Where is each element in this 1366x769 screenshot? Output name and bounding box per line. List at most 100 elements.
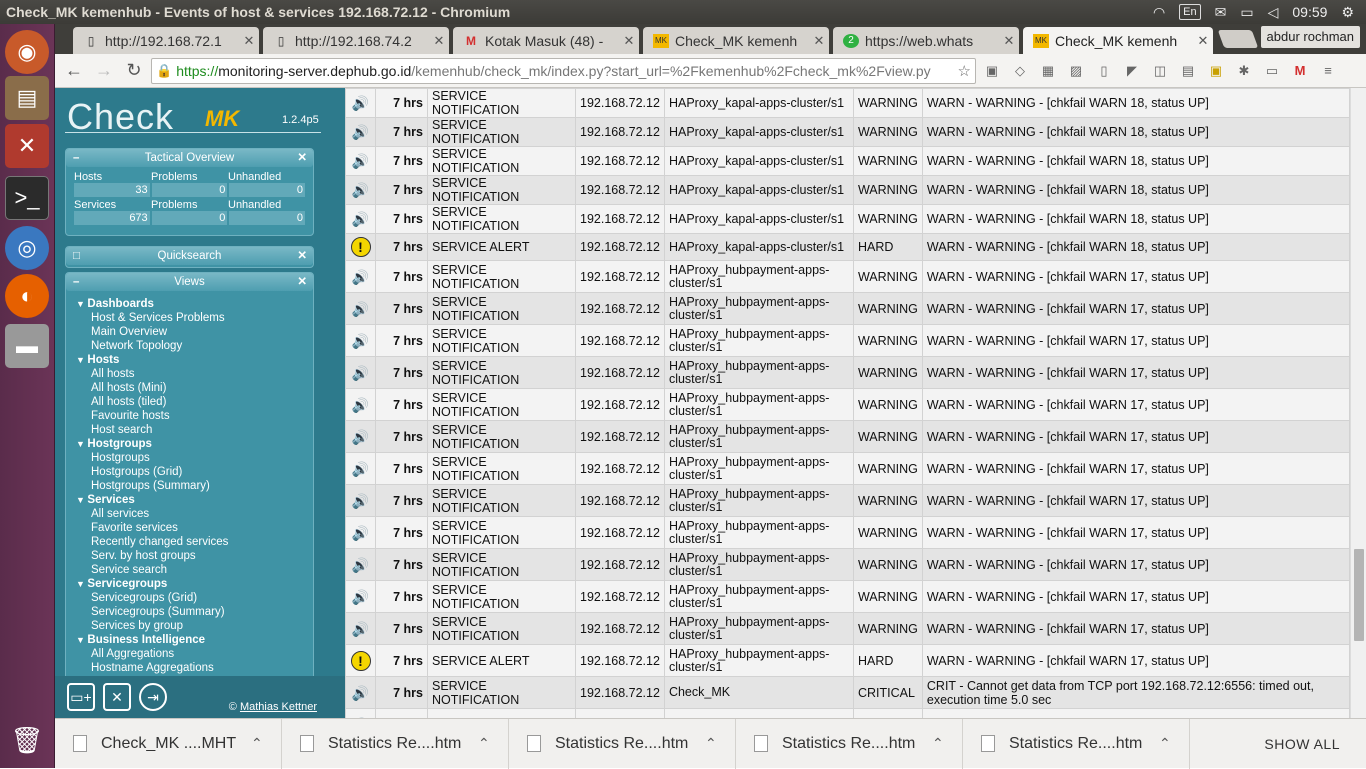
views-link[interactable]: Network Topology bbox=[76, 339, 303, 353]
tab-4[interactable]: MK Check_MK kemenh ✕ bbox=[643, 27, 829, 54]
show-all-downloads-button[interactable]: SHOW ALL bbox=[1264, 736, 1340, 752]
extension-icon-1[interactable]: ▣ bbox=[980, 60, 1004, 82]
views-link[interactable]: Host & Services Problems bbox=[76, 311, 303, 325]
event-service[interactable]: HAProxy_hubpayment-apps-cluster/s1 bbox=[663, 324, 854, 357]
event-host[interactable]: 192.168.72.12 bbox=[575, 146, 665, 176]
tab-2[interactable]: ▯ http://192.168.74.2 ✕ bbox=[263, 27, 449, 54]
event-host[interactable]: 192.168.72.12 bbox=[575, 204, 665, 234]
gmail-extension-icon[interactable]: M bbox=[1288, 60, 1312, 82]
event-host[interactable]: 192.168.72.12 bbox=[575, 516, 665, 549]
event-service[interactable]: HAProxy_kapal-apps-cluster/s1 bbox=[663, 146, 854, 176]
event-service[interactable]: HAProxy_hubpayment-apps-cluster/s1 bbox=[663, 548, 854, 581]
keyboard-layout-indicator[interactable]: En bbox=[1179, 4, 1201, 20]
event-service[interactable]: HAProxy_hubpayment-apps-cluster/s1 bbox=[663, 356, 854, 389]
event-service[interactable]: HAProxy_hubpayment-apps-cluster/s1 bbox=[663, 388, 854, 421]
views-link[interactable]: Service search bbox=[76, 563, 303, 577]
event-service[interactable]: HAProxy_kapal-apps-cluster/s1 bbox=[663, 175, 854, 205]
tab-5[interactable]: 2 https://web.whats ✕ bbox=[833, 27, 1019, 54]
event-host[interactable]: 192.168.72.12 bbox=[575, 356, 665, 389]
close-tab-icon[interactable]: ✕ bbox=[619, 33, 639, 49]
quicksearch-header[interactable]: □ Quicksearch ✕ bbox=[66, 247, 313, 265]
extension-icon-10[interactable]: ▭ bbox=[1260, 60, 1284, 82]
close-tab-icon[interactable]: ✕ bbox=[429, 33, 449, 49]
event-service[interactable]: HAProxy_hubpayment-apps-cluster/s1 bbox=[663, 452, 854, 485]
chromium-icon[interactable]: ◎ bbox=[5, 226, 49, 270]
views-link[interactable]: Hostgroups bbox=[76, 451, 303, 465]
volume-icon[interactable]: ◁ bbox=[1268, 4, 1279, 21]
tactical-overview-header[interactable]: – Tactical Overview ✕ bbox=[66, 149, 313, 167]
chevron-up-icon[interactable]: ⌃ bbox=[932, 735, 962, 752]
tools-icon[interactable]: ✕ bbox=[103, 683, 131, 711]
new-tab-button[interactable] bbox=[1217, 30, 1259, 48]
extension-icon-8[interactable]: ▤ bbox=[1176, 60, 1200, 82]
add-snapin-icon[interactable]: ▭+ bbox=[67, 683, 95, 711]
views-link[interactable]: All services bbox=[76, 507, 303, 521]
extension-icon-3[interactable]: ▦ bbox=[1036, 60, 1060, 82]
address-bar[interactable]: 🔒 https://monitoring-server.dephub.go.id… bbox=[151, 57, 976, 84]
chevron-up-icon[interactable]: ⌃ bbox=[705, 735, 735, 752]
download-item[interactable]: Check_MK ....MHT ⌃ bbox=[55, 718, 282, 769]
event-host[interactable]: 192.168.72.12 bbox=[575, 580, 665, 613]
hosts-unhandled[interactable]: 0 bbox=[229, 183, 306, 197]
scrollbar-thumb[interactable] bbox=[1354, 549, 1364, 641]
event-host[interactable]: 192.168.72.12 bbox=[575, 548, 665, 581]
extension-icon-9[interactable]: ▣ bbox=[1204, 60, 1228, 82]
chevron-up-icon[interactable]: ⌃ bbox=[1159, 735, 1189, 752]
event-host[interactable]: 192.168.72.12 bbox=[575, 88, 665, 118]
download-item[interactable]: Statistics Re....htm ⌃ bbox=[282, 718, 509, 769]
back-arrow-icon[interactable]: ← bbox=[61, 58, 87, 84]
event-service[interactable] bbox=[663, 708, 854, 718]
views-link[interactable]: Favorite services bbox=[76, 521, 303, 535]
views-link[interactable]: Hostgroups (Summary) bbox=[76, 479, 303, 493]
close-icon[interactable]: ✕ bbox=[297, 273, 307, 291]
logout-icon[interactable]: ⇥ bbox=[139, 683, 167, 711]
close-icon[interactable]: ✕ bbox=[297, 149, 307, 167]
trash-icon[interactable]: 🗑 bbox=[5, 718, 49, 762]
download-item[interactable]: Statistics Re....htm ⌃ bbox=[736, 718, 963, 769]
chevron-up-icon[interactable]: ⌃ bbox=[478, 735, 508, 752]
views-link[interactable]: All hosts (Mini) bbox=[76, 381, 303, 395]
terminal-icon[interactable]: >_ bbox=[5, 176, 49, 220]
firefox-icon[interactable]: ◐ bbox=[5, 274, 49, 318]
views-link[interactable]: All hosts bbox=[76, 367, 303, 381]
maximize-icon[interactable]: □ bbox=[73, 247, 80, 265]
download-item[interactable]: Statistics Re....htm ⌃ bbox=[963, 718, 1190, 769]
event-service[interactable]: HAProxy_hubpayment-apps-cluster/s1 bbox=[663, 484, 854, 517]
tab-1[interactable]: ▯ http://192.168.72.1 ✕ bbox=[73, 27, 259, 54]
close-icon[interactable]: ✕ bbox=[297, 247, 307, 265]
event-host[interactable]: 192.168.72.12 bbox=[575, 260, 665, 293]
extension-icon-2[interactable]: ◇ bbox=[1008, 60, 1032, 82]
views-link[interactable]: Servicegroups (Grid) bbox=[76, 591, 303, 605]
event-host[interactable]: 192.168.72.12 bbox=[575, 452, 665, 485]
event-host[interactable]: 192.168.72.12 bbox=[575, 420, 665, 453]
forward-arrow-icon[interactable]: → bbox=[91, 58, 117, 84]
extension-icon-6[interactable]: ◤ bbox=[1120, 60, 1144, 82]
chevron-up-icon[interactable]: ⌃ bbox=[251, 735, 281, 752]
event-host[interactable]: 192.168.72.12 bbox=[575, 676, 665, 709]
views-group-header[interactable]: Business Intelligence bbox=[76, 633, 303, 647]
event-service[interactable]: HAProxy_hubpayment-apps-cluster/s1 bbox=[663, 644, 854, 677]
event-service[interactable]: HAProxy_kapal-apps-cluster/s1 bbox=[663, 204, 854, 234]
event-service[interactable]: HAProxy_hubpayment-apps-cluster/s1 bbox=[663, 260, 854, 293]
ubuntu-dash-icon[interactable]: ◉ bbox=[5, 30, 49, 74]
minimize-icon[interactable]: – bbox=[73, 149, 79, 167]
clock[interactable]: 09:59 bbox=[1292, 4, 1327, 20]
views-link[interactable]: Main Overview bbox=[76, 325, 303, 339]
views-header[interactable]: – Views ✕ bbox=[66, 273, 313, 291]
event-host[interactable]: 192.168.72.12 bbox=[575, 612, 665, 645]
views-link[interactable]: Hostname Aggregations bbox=[76, 661, 303, 675]
event-host[interactable] bbox=[575, 708, 665, 718]
views-link[interactable]: Serv. by host groups bbox=[76, 549, 303, 563]
close-tab-icon[interactable]: ✕ bbox=[239, 33, 259, 49]
event-service[interactable]: HAProxy_hubpayment-apps-cluster/s1 bbox=[663, 420, 854, 453]
tab-3[interactable]: M Kotak Masuk (48) - ✕ bbox=[453, 27, 639, 54]
bookmark-star-icon[interactable]: ☆ bbox=[953, 61, 975, 80]
views-group-header[interactable]: Dashboards bbox=[76, 297, 303, 311]
views-group-header[interactable]: Hostgroups bbox=[76, 437, 303, 451]
views-group-header[interactable]: Hosts bbox=[76, 353, 303, 367]
battery-icon[interactable]: ▭ bbox=[1240, 4, 1253, 21]
copyright-link[interactable]: Mathias Kettner bbox=[240, 701, 317, 713]
views-group-header[interactable]: Servicegroups bbox=[76, 577, 303, 591]
settings-gear-icon[interactable]: ⚙ bbox=[1341, 4, 1354, 21]
extension-icon-4[interactable]: ▨ bbox=[1064, 60, 1088, 82]
